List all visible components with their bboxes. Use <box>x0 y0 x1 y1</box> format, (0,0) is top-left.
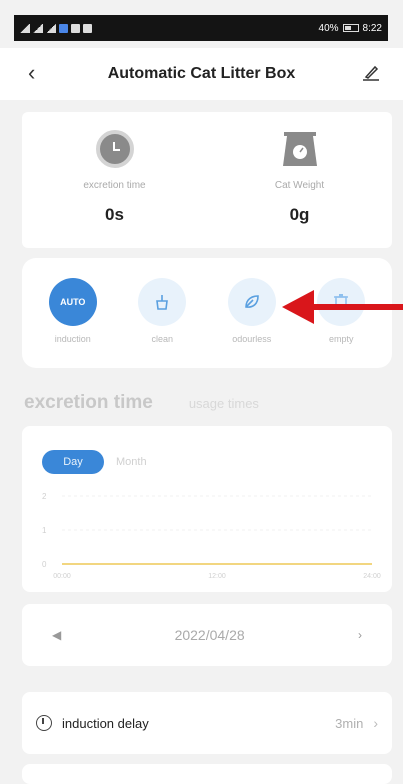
x-tick-label: 12:00 <box>208 573 226 580</box>
mode-label: induction <box>54 334 91 344</box>
mode-label: clean <box>151 334 173 344</box>
stat-label: excretion time <box>83 180 146 191</box>
excretion-time-stat: excretion time 0s <box>22 112 207 248</box>
period-selector: Day Month <box>42 450 147 474</box>
app-notification-icon <box>83 23 92 33</box>
stat-value: 0g <box>289 205 310 224</box>
mode-label: odourless <box>232 334 272 344</box>
timer-icon <box>36 715 52 731</box>
broom-icon[interactable] <box>138 278 187 326</box>
battery-percent: 40% <box>318 22 339 34</box>
cat-weight-stat: Cat Weight 0g <box>207 112 392 248</box>
annotation-arrow <box>282 290 403 324</box>
back-button[interactable]: ‹ <box>28 60 35 86</box>
edit-icon[interactable] <box>361 62 381 82</box>
delay-label: induction delay <box>62 715 149 731</box>
y-tick-label: 2 <box>42 492 47 501</box>
prev-date-button[interactable]: ◀ <box>52 628 61 642</box>
nav-bar: ‹ Automatic Cat Litter Box <box>0 48 403 100</box>
clock-icon <box>95 130 134 168</box>
y-tick-label: 1 <box>42 526 47 535</box>
next-setting-row[interactable] <box>22 764 392 784</box>
signal-icon <box>46 23 56 33</box>
tab-usage-times[interactable]: usage times <box>189 396 259 411</box>
page-title: Automatic Cat Litter Box <box>107 65 296 82</box>
leaf-icon[interactable] <box>227 278 276 326</box>
app-notification-icon <box>71 23 80 33</box>
scale-icon <box>282 132 317 166</box>
stats-tabs: excretion time usage times <box>24 392 259 414</box>
delay-value: 3min <box>335 715 364 731</box>
mode-odourless[interactable]: odourless <box>217 258 287 368</box>
month-toggle[interactable]: Month <box>116 456 147 468</box>
mode-clean[interactable]: clean <box>127 258 197 368</box>
stat-value: 0s <box>105 205 124 224</box>
mode-label: empty <box>328 334 354 344</box>
stat-label: Cat Weight <box>274 180 325 191</box>
battery-icon <box>342 24 359 32</box>
tab-excretion-time[interactable]: excretion time <box>24 392 153 414</box>
chevron-right-icon: › <box>373 715 378 731</box>
status-bar: 40% 8:22 <box>14 15 388 41</box>
y-tick-label: 0 <box>42 560 47 569</box>
day-toggle[interactable]: Day <box>42 450 104 474</box>
auto-icon[interactable]: AUTO <box>48 278 97 326</box>
date-label: 2022/04/28 <box>174 627 245 643</box>
x-tick-label: 00:00 <box>53 573 71 580</box>
excretion-chart: 2 1 0 00:00 12:00 24:00 <box>42 492 381 580</box>
chart-card: Day Month 2 1 0 00:00 12:00 24:00 <box>22 426 392 592</box>
date-navigator: ◀ 2022/04/28 › <box>22 604 392 666</box>
mode-induction[interactable]: AUTO induction <box>38 258 108 368</box>
app-notification-icon <box>59 23 68 33</box>
signal-icon <box>33 23 43 33</box>
clock-time: 8:22 <box>362 22 382 34</box>
stats-card: excretion time 0s Cat Weight 0g <box>22 112 392 248</box>
signal-icon <box>20 23 30 33</box>
induction-delay-row[interactable]: induction delay 3min › <box>22 692 392 754</box>
x-tick-label: 24:00 <box>363 573 381 580</box>
next-date-button[interactable]: › <box>358 628 362 642</box>
